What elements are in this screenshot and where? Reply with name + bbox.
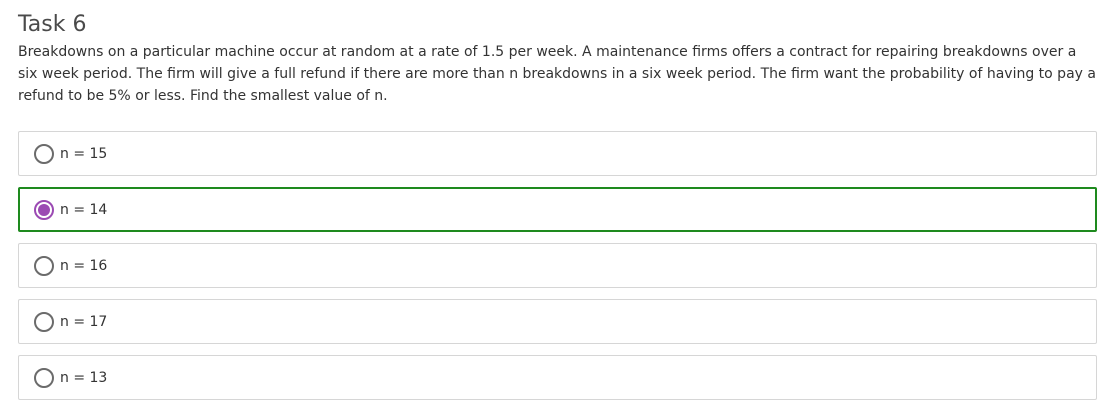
answer-option[interactable]: n = 15 [18, 131, 1097, 176]
answer-option[interactable]: n = 17 [18, 299, 1097, 344]
answer-option-label: n = 15 [60, 145, 108, 162]
answer-option[interactable]: n = 16 [18, 243, 1097, 288]
answer-options: n = 15 n = 14 n = 16 n = 17 n = 13 [18, 131, 1097, 411]
radio-button-icon[interactable] [34, 255, 54, 276]
answer-option[interactable]: n = 13 [18, 355, 1097, 400]
answer-option-label: n = 17 [60, 313, 108, 330]
radio-button-icon[interactable] [34, 143, 54, 164]
answer-option-label: n = 13 [60, 369, 108, 386]
question-text: Breakdowns on a particular machine occur… [18, 44, 1096, 104]
answer-option-label: n = 14 [60, 201, 108, 218]
radio-button-icon[interactable] [34, 367, 54, 388]
task-title: Task 6 [18, 12, 87, 37]
radio-button-icon[interactable] [34, 199, 54, 220]
radio-button-icon[interactable] [34, 311, 54, 332]
answer-option-label: n = 16 [60, 257, 108, 274]
task-panel: Task 6 Breakdowns on a particular machin… [0, 0, 1108, 407]
answer-option[interactable]: n = 14 [18, 187, 1097, 232]
